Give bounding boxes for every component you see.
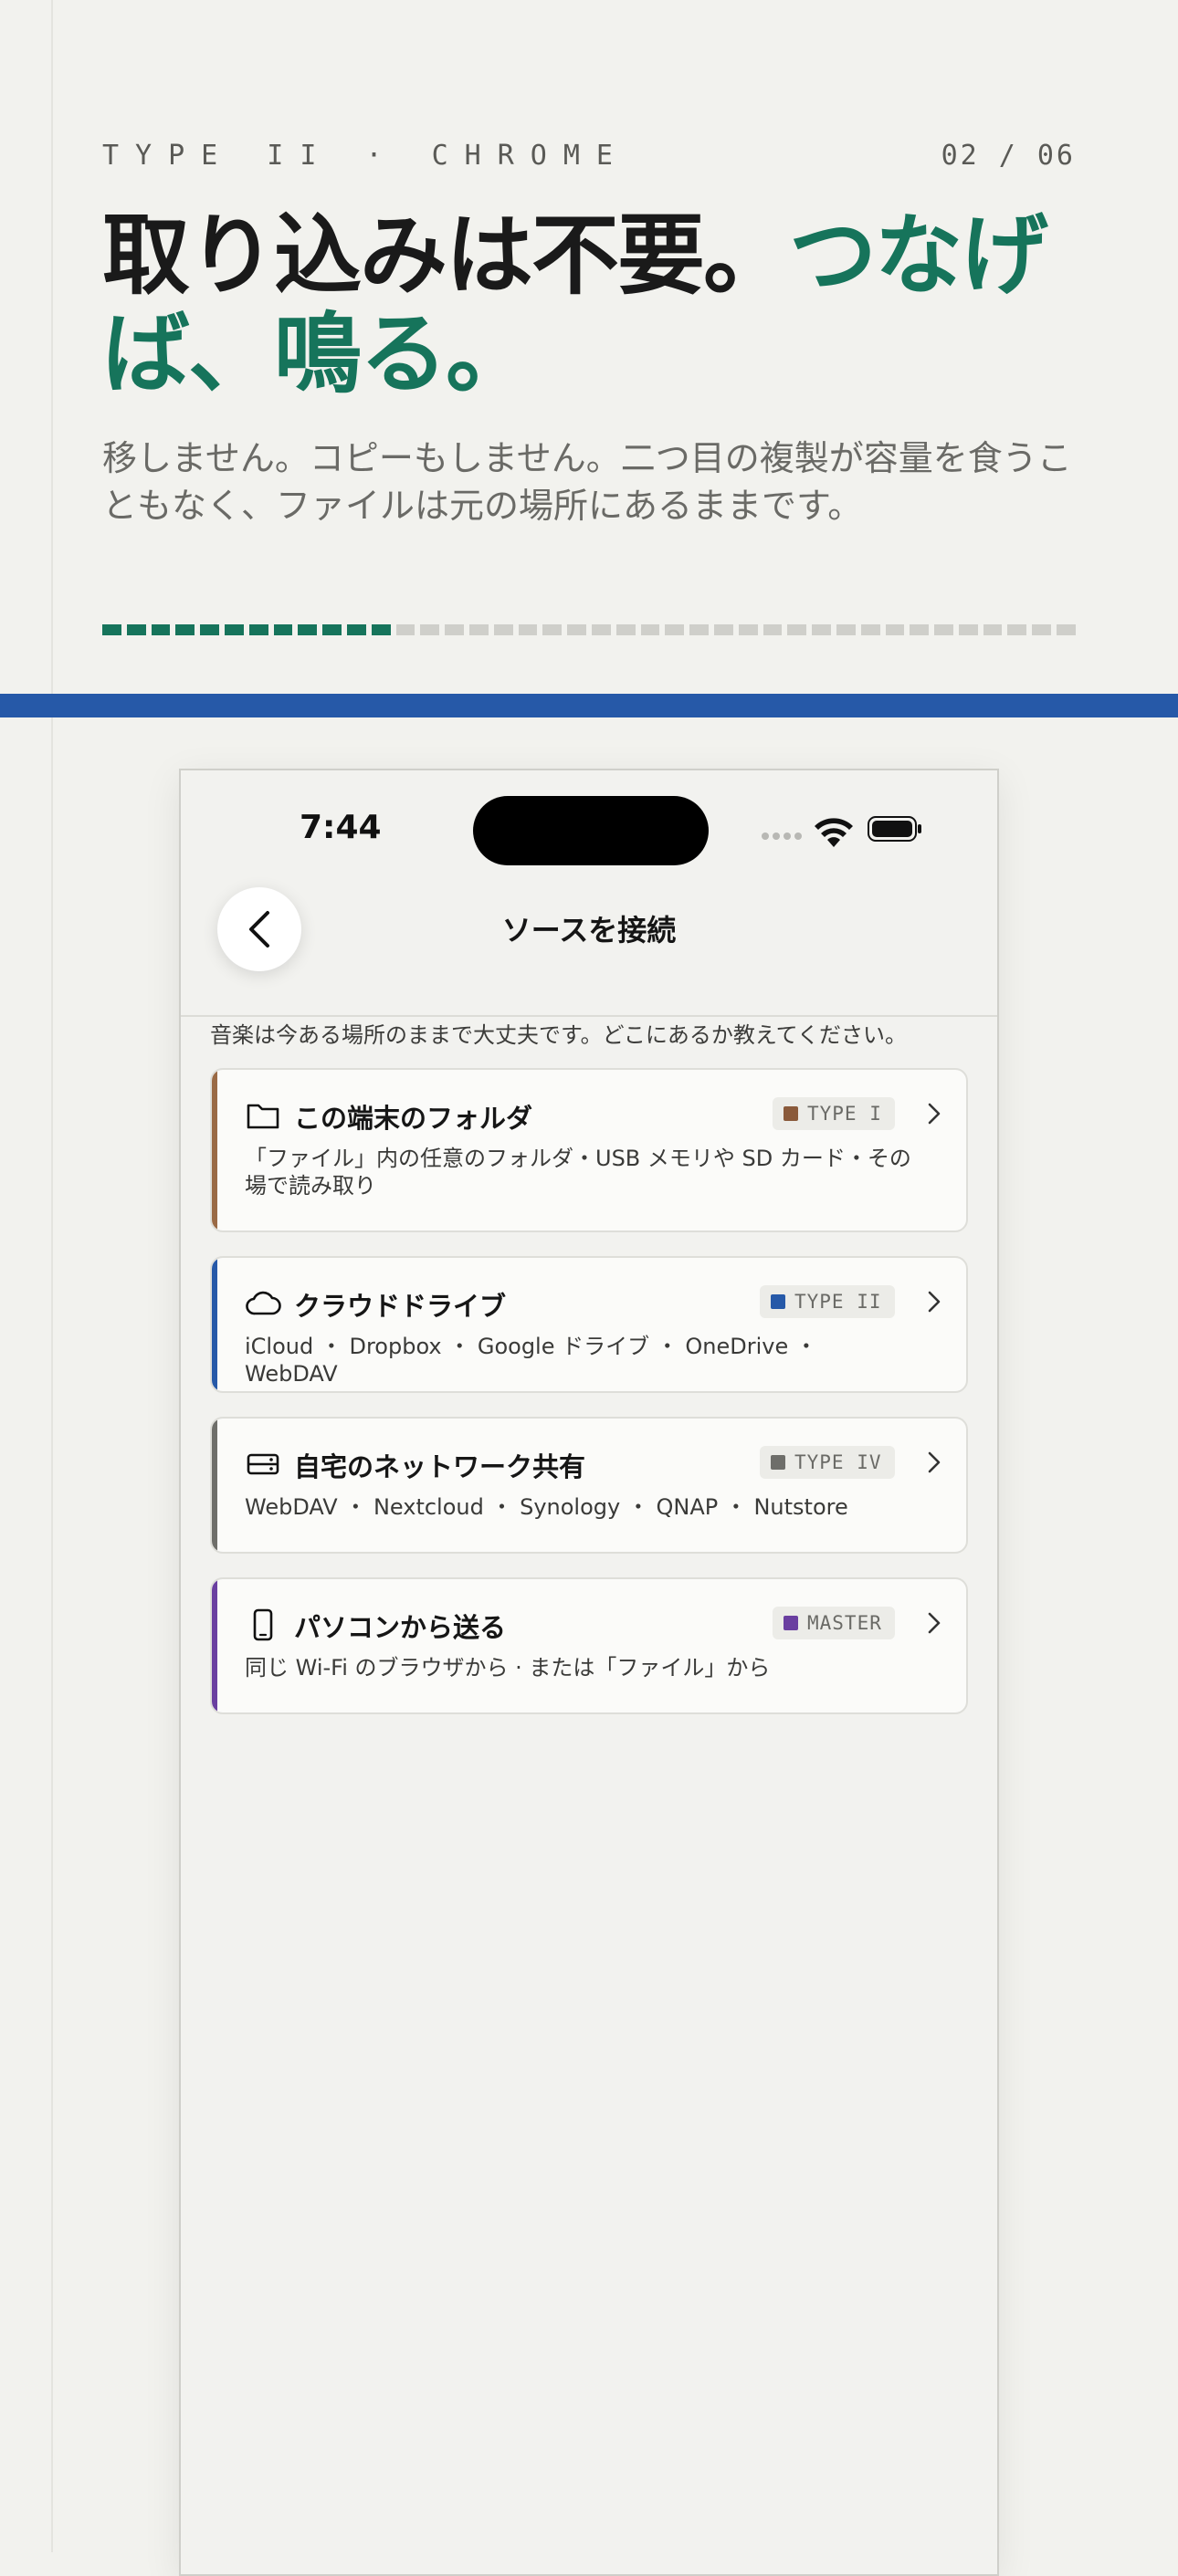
phone-icon bbox=[253, 1608, 273, 1641]
status-bar: 7:44 bbox=[181, 770, 997, 889]
type-badge: TYPE I bbox=[773, 1097, 895, 1130]
nav-title: ソースを接続 bbox=[501, 913, 677, 948]
lede-text: 移しません。コピーもしません。二つ目の複製が容量を食うこともなく、ファイルは元の… bbox=[102, 438, 1072, 526]
progress-segment bbox=[640, 624, 660, 635]
phone-mockup: 7:44 ソースを接続 音楽は今ある場所のままで大丈夫です。どこにあるか教えてく… bbox=[179, 769, 999, 2576]
card-stripe bbox=[212, 1419, 217, 1552]
chevron-right-icon bbox=[928, 1612, 941, 1634]
progress-segment bbox=[1007, 624, 1027, 635]
card-description: 「ファイル」内の任意のフォルダ・USB メモリや SD カード・その場で読み取り bbox=[245, 1146, 911, 1199]
progress-segment bbox=[713, 624, 733, 635]
cellular-signal-icon bbox=[762, 832, 802, 840]
card-title: パソコンから送る bbox=[294, 1612, 507, 1643]
progress-segment bbox=[322, 624, 342, 635]
source-card-network-share[interactable]: 自宅のネットワーク共有 TYPE IV WebDAV ・ Nextcloud ・… bbox=[210, 1417, 968, 1554]
progress-segment bbox=[885, 624, 905, 635]
progress-segment bbox=[763, 624, 783, 635]
chevron-right-icon bbox=[928, 1291, 941, 1313]
type-badge: MASTER bbox=[773, 1607, 895, 1639]
progress-segment bbox=[395, 624, 415, 635]
progress-segment bbox=[518, 624, 538, 635]
progress-segment bbox=[542, 624, 563, 635]
card-description: WebDAV ・ Nextcloud ・ Synology ・ QNAP ・ N… bbox=[245, 1494, 848, 1520]
chevron-right-icon bbox=[928, 1451, 941, 1473]
card-stripe bbox=[212, 1579, 217, 1712]
page-counter: 02 / 06 bbox=[941, 139, 1076, 172]
source-card-device-folder[interactable]: この端末のフォルダ TYPE I 「ファイル」内の任意のフォルダ・USB メモリ… bbox=[210, 1068, 968, 1232]
progress-segment bbox=[371, 624, 391, 635]
progress-segment bbox=[102, 624, 121, 635]
progress-segment bbox=[468, 624, 489, 635]
progress-segment bbox=[200, 624, 219, 635]
folder-icon bbox=[247, 1104, 279, 1129]
card-stripe bbox=[212, 1258, 217, 1391]
source-card-send-from-pc[interactable]: パソコンから送る MASTER 同じ Wi-Fi のブラウザから · または「フ… bbox=[210, 1577, 968, 1714]
card-stripe bbox=[212, 1070, 217, 1230]
source-card-cloud-drive[interactable]: クラウドドライブ TYPE II iCloud ・ Dropbox ・ Goog… bbox=[210, 1256, 968, 1393]
type-badge: TYPE IV bbox=[760, 1446, 895, 1479]
progress-segment bbox=[1057, 624, 1076, 635]
progress-segment bbox=[910, 624, 930, 635]
progress-segment bbox=[567, 624, 586, 635]
progress-segment bbox=[493, 624, 513, 635]
progress-segment bbox=[836, 624, 856, 635]
card-title: クラウドドライブ bbox=[294, 1291, 507, 1322]
progress-segment bbox=[787, 624, 807, 635]
progress-segment bbox=[591, 624, 611, 635]
progress-segment bbox=[615, 624, 636, 635]
chevron-right-icon bbox=[928, 1103, 941, 1125]
progress-segment bbox=[1032, 624, 1052, 635]
dynamic-island bbox=[473, 796, 709, 865]
progress-segment bbox=[812, 624, 831, 635]
progress-segment bbox=[175, 624, 195, 635]
battery-icon bbox=[868, 816, 921, 842]
progress-segment bbox=[860, 624, 880, 635]
slide-header: TYPE II · CHROME 02 / 06 取り込みは不要。つなげば、鳴る… bbox=[102, 137, 1076, 529]
progress-segment bbox=[958, 624, 978, 635]
kicker-label: TYPE II · CHROME bbox=[102, 139, 629, 172]
progress-segment bbox=[248, 624, 268, 635]
server-icon bbox=[247, 1453, 279, 1475]
card-description: iCloud ・ Dropbox ・ Google ドライブ ・ OneDriv… bbox=[245, 1334, 817, 1387]
left-margin-rule bbox=[51, 0, 53, 2552]
progress-bar bbox=[102, 624, 1076, 635]
kicker-row: TYPE II · CHROME 02 / 06 bbox=[102, 137, 1076, 173]
progress-segment bbox=[689, 624, 709, 635]
type-badge: TYPE II bbox=[760, 1285, 895, 1318]
progress-segment bbox=[151, 624, 171, 635]
progress-segment bbox=[983, 624, 1003, 635]
card-title: この端末のフォルダ bbox=[294, 1103, 533, 1134]
progress-segment bbox=[224, 624, 244, 635]
progress-segment bbox=[665, 624, 685, 635]
headline: 取り込みは不要。つなげば、鳴る。 bbox=[102, 206, 1076, 403]
section-divider-band bbox=[0, 694, 1178, 717]
card-title: 自宅のネットワーク共有 bbox=[294, 1451, 586, 1482]
wifi-icon bbox=[815, 818, 853, 847]
card-description: 同じ Wi-Fi のブラウザから · または「ファイル」から bbox=[245, 1655, 771, 1681]
cloud-icon bbox=[246, 1291, 281, 1315]
status-time: 7:44 bbox=[300, 809, 382, 846]
progress-segment bbox=[738, 624, 758, 635]
headline-dark: 取り込みは不要。 bbox=[102, 204, 791, 307]
progress-segment bbox=[126, 624, 146, 635]
progress-segment bbox=[298, 624, 318, 635]
progress-segment bbox=[273, 624, 293, 635]
progress-segment bbox=[346, 624, 366, 635]
intro-text: 音楽は今ある場所のままで大丈夫です。どこにあるか教えてください。 bbox=[210, 1022, 907, 1048]
progress-segment bbox=[934, 624, 953, 635]
progress-segment bbox=[420, 624, 440, 635]
progress-segment bbox=[445, 624, 464, 635]
